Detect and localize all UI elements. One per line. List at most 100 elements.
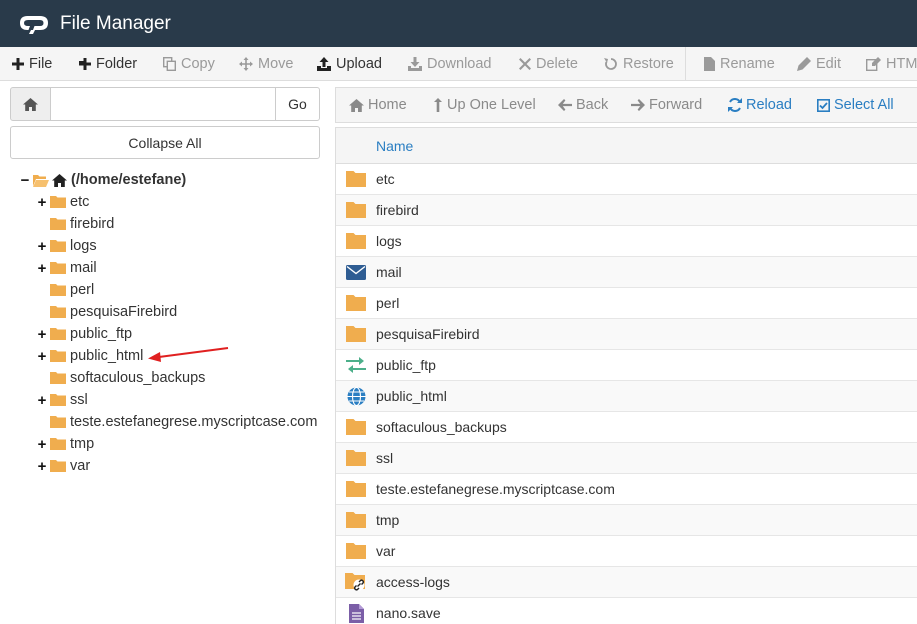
tree-item-public-ftp[interactable]: + public_ftp [36, 323, 132, 345]
folder-icon [336, 171, 376, 187]
table-row[interactable]: teste.estefanegrese.myscriptcase.com [336, 474, 917, 505]
table-row[interactable]: tmp [336, 505, 917, 536]
transfer-icon [336, 357, 376, 373]
delete-icon [519, 58, 531, 70]
tree-item-firebird[interactable]: firebird [50, 213, 114, 235]
delete-button[interactable]: Delete [519, 47, 578, 81]
open-folder-icon [33, 174, 49, 187]
tree-item-etc[interactable]: + etc [36, 191, 90, 213]
up-one-level-button[interactable]: Up One Level [433, 88, 536, 122]
table-row[interactable]: mail [336, 257, 917, 288]
folder-icon [50, 240, 66, 252]
html-editor-button[interactable]: HTM [866, 47, 917, 81]
tree-item-mail[interactable]: + mail [36, 257, 97, 279]
expand-toggle-icon[interactable]: + [36, 348, 48, 365]
plus-icon [12, 58, 24, 70]
move-button[interactable]: Move [239, 47, 293, 81]
tree-item-pesquisafirebird[interactable]: pesquisaFirebird [50, 301, 177, 323]
forward-button[interactable]: Forward [631, 88, 702, 122]
expand-toggle-icon[interactable]: + [36, 194, 48, 211]
tree-item-logs[interactable]: + logs [36, 235, 97, 257]
restore-button[interactable]: Restore [604, 47, 674, 81]
tree-root[interactable]: − (/home/estefane) [19, 169, 187, 191]
folder-icon [336, 202, 376, 218]
folder-icon [336, 295, 376, 311]
go-button[interactable]: Go [275, 87, 320, 121]
table-row[interactable]: ssl [336, 443, 917, 474]
folder-icon [336, 481, 376, 497]
reload-button[interactable]: Reload [728, 88, 792, 122]
edit-button[interactable]: Edit [797, 47, 841, 81]
expand-toggle-icon[interactable]: + [36, 260, 48, 277]
navigation-bar: Home Up One Level Back Forward Reload Se… [335, 87, 917, 123]
folder-icon [336, 326, 376, 342]
expand-toggle-icon[interactable]: + [36, 436, 48, 453]
new-folder-button[interactable]: Folder [79, 47, 137, 81]
cpanel-logo [20, 13, 52, 35]
restore-icon [604, 58, 617, 70]
tree-item-perl[interactable]: perl [50, 279, 94, 301]
path-input[interactable] [51, 87, 275, 121]
table-row[interactable]: firebird [336, 195, 917, 226]
mail-icon [336, 264, 376, 280]
pencil-icon [797, 57, 811, 71]
app-title: File Manager [60, 12, 171, 34]
name-column-header[interactable]: Name [336, 127, 917, 164]
globe-icon [336, 386, 376, 406]
table-row[interactable]: pesquisaFirebird [336, 319, 917, 350]
home-icon [349, 98, 364, 112]
folder-icon [50, 262, 66, 274]
folder-icon [50, 438, 66, 450]
tree-item-softaculous-backups[interactable]: softaculous_backups [50, 367, 205, 389]
refresh-icon [728, 98, 742, 112]
rename-button[interactable]: Rename [704, 47, 775, 81]
expand-toggle-icon[interactable]: + [36, 326, 48, 343]
red-arrow-annotation [148, 347, 229, 362]
table-row[interactable]: access-logs [336, 567, 917, 598]
table-row[interactable]: perl [336, 288, 917, 319]
file-icon [704, 57, 715, 71]
edit-square-icon [866, 57, 881, 71]
level-up-icon [434, 98, 442, 112]
tree-item-ssl[interactable]: + ssl [36, 389, 88, 411]
upload-icon [317, 57, 331, 71]
tree-item-public-html[interactable]: + public_html [36, 345, 144, 367]
copy-button[interactable]: Copy [163, 47, 215, 81]
nav-home-button[interactable]: Home [349, 88, 407, 122]
table-row[interactable]: etc [336, 164, 917, 195]
path-search: Go [10, 87, 320, 121]
collapse-toggle-icon[interactable]: − [19, 172, 31, 189]
upload-button[interactable]: Upload [317, 47, 382, 81]
expand-toggle-icon[interactable]: + [36, 392, 48, 409]
folder-icon [50, 196, 66, 208]
plus-icon [79, 58, 91, 70]
home-button[interactable] [10, 87, 51, 121]
select-all-button[interactable]: Select All [817, 88, 894, 122]
text-file-icon [336, 603, 376, 623]
folder-icon [50, 372, 66, 384]
arrow-right-icon [631, 99, 645, 111]
main-toolbar: File Folder Copy Move Upload Download De… [0, 47, 917, 81]
table-row[interactable]: var [336, 536, 917, 567]
new-file-button[interactable]: File [12, 47, 52, 81]
expand-toggle-icon[interactable]: + [36, 238, 48, 255]
table-row[interactable]: nano.save [336, 598, 917, 624]
tree-item-teste-domain[interactable]: teste.estefanegrese.myscriptcase.com [50, 411, 317, 433]
table-row[interactable]: public_html [336, 381, 917, 412]
table-row[interactable]: softaculous_backups [336, 412, 917, 443]
back-button[interactable]: Back [558, 88, 608, 122]
folder-icon [336, 543, 376, 559]
tree-item-tmp[interactable]: + tmp [36, 433, 95, 455]
table-row[interactable]: public_ftp [336, 350, 917, 381]
move-icon [239, 57, 253, 71]
app-header: File Manager [0, 0, 917, 47]
expand-toggle-icon[interactable]: + [36, 458, 48, 475]
download-button[interactable]: Download [408, 47, 492, 81]
folder-icon [336, 419, 376, 435]
arrow-left-icon [558, 99, 572, 111]
tree-item-var[interactable]: + var [36, 455, 91, 477]
home-icon [52, 173, 67, 187]
folder-icon [336, 512, 376, 528]
table-row[interactable]: logs [336, 226, 917, 257]
collapse-all-button[interactable]: Collapse All [10, 126, 320, 159]
